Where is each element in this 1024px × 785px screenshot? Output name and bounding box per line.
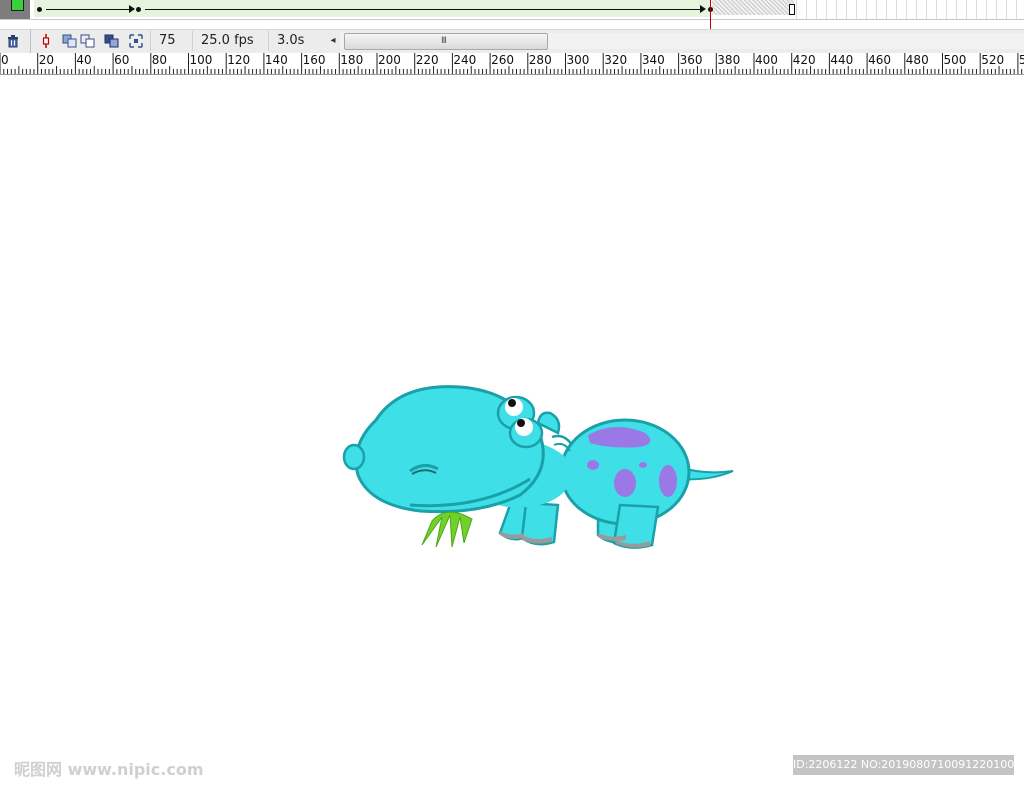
ruler-label: 500: [943, 53, 967, 67]
stage-canvas[interactable]: [0, 75, 1024, 785]
horizontal-scroll-thumb[interactable]: III: [344, 33, 548, 50]
ruler-label: 280: [528, 53, 552, 67]
ruler-label: 220: [415, 53, 439, 67]
ruler-label: 54: [1019, 54, 1024, 67]
ruler-label: 380: [717, 53, 741, 67]
ruler-label: 100: [189, 53, 213, 67]
scroll-left-arrow-icon[interactable]: ◂: [326, 34, 340, 48]
onion-skin-outlines-icon[interactable]: [80, 33, 96, 49]
ruler-label: 340: [641, 53, 665, 67]
ruler-label: 360: [679, 53, 703, 67]
center-frame-icon[interactable]: [38, 33, 54, 49]
timeline-frames[interactable]: [0, 0, 1024, 20]
tween-arrow-line: [46, 9, 132, 10]
ruler-label: 60: [114, 53, 130, 67]
edit-multiple-frames-icon[interactable]: [104, 33, 120, 49]
ruler-label: 120: [227, 53, 251, 67]
ruler-label: 200: [378, 53, 401, 67]
ruler-label: 240: [453, 53, 477, 67]
layer-cell[interactable]: [0, 0, 30, 19]
ruler-label: 400: [755, 53, 778, 67]
end-frame-marker[interactable]: [789, 4, 795, 15]
trash-icon[interactable]: [5, 33, 21, 49]
ruler-label: 160: [302, 53, 326, 67]
ruler-label: 440: [830, 53, 854, 67]
ruler-label: 0: [1, 53, 9, 67]
frame-ticks: [796, 0, 1024, 19]
timeline-controls: 75 25.0 fps 3.0s ◂ III: [0, 29, 1024, 54]
ruler-label: 20: [38, 53, 54, 67]
elapsed-time-field: 3.0s: [268, 31, 323, 51]
current-frame-field[interactable]: 75: [150, 31, 195, 51]
horizontal-ruler[interactable]: 0 20 40 60 80 100 120 140 160 180 200 220 240 260 280 3…: [0, 53, 1024, 75]
tween-arrow-line: [145, 9, 703, 10]
hippo-illustration[interactable]: [340, 375, 740, 550]
modify-markers-icon[interactable]: [128, 33, 144, 49]
keyframe[interactable]: [136, 7, 141, 12]
ruler-label: 460: [868, 53, 891, 67]
ruler-label: 180: [340, 53, 364, 67]
separator: [30, 30, 31, 53]
frame-rate-field[interactable]: 25.0 fps: [192, 31, 265, 51]
tween-arrowhead: [129, 5, 135, 13]
ruler-label: 80: [151, 53, 168, 67]
ruler-label: 260: [491, 53, 514, 67]
ruler-label: 300: [566, 53, 590, 67]
ruler-label: 40: [76, 53, 92, 67]
watermark-id-badge: ID:2206122 NO:20190807100912201000: [793, 755, 1014, 775]
scroll-grip-icon: III: [441, 36, 447, 46]
onion-skin-icon[interactable]: [62, 33, 78, 49]
tween-arrowhead: [700, 5, 706, 13]
ruler-label: 320: [604, 53, 628, 67]
ruler-label: 420: [792, 53, 816, 67]
watermark-logo: 昵图网 www.nipic.com: [14, 760, 204, 779]
empty-frames-region: [712, 0, 794, 15]
ruler-label: 140: [264, 53, 288, 67]
layer-color-swatch[interactable]: [11, 0, 24, 11]
keyframe[interactable]: [37, 7, 42, 12]
ruler-label: 520: [981, 53, 1005, 67]
playhead[interactable]: [710, 0, 711, 30]
ruler-label: 480: [905, 53, 929, 67]
